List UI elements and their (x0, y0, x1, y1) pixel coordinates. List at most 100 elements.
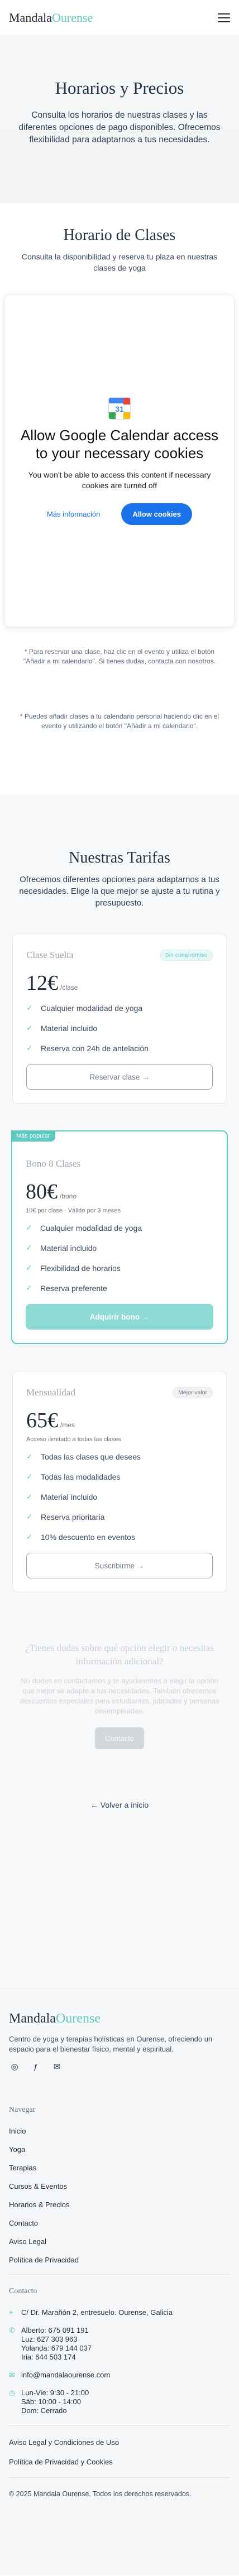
check-icon: ✓ (26, 1003, 33, 1012)
more-info-link[interactable]: Más información (47, 510, 100, 518)
check-icon: ✓ (26, 1243, 32, 1252)
social-links: ◎ ƒ ✉ (9, 2061, 230, 2072)
calendar-note: * Puedes añadir clases a tu calendario p… (20, 712, 219, 730)
divider (9, 2274, 230, 2275)
footer-link-contacto[interactable]: Contacto (9, 2219, 230, 2227)
schedule-subtitle: Consulta la disponibilidad y reserva tu … (21, 252, 218, 272)
feature-item: ✓ Cualquier modalidad de yoga (26, 1223, 142, 1232)
check-icon: ✓ (26, 1472, 33, 1481)
help-block: ¿Tienes dudas sobre qué opción elegir o … (0, 1619, 239, 1749)
logo-accent: Ourense (51, 10, 93, 25)
legal-link-terms[interactable]: Aviso Legal y Condiciones de Uso (9, 2438, 230, 2447)
calendar-cookie-consent: 31 Allow Google Calendar access to your … (4, 295, 235, 627)
footer-link-inicio[interactable]: Inicio (9, 2127, 230, 2135)
check-icon: ✓ (26, 1452, 33, 1461)
plan-name: Clase Suelta (26, 950, 74, 960)
address-item: ⌖ C/ Dr. Marañón 2, entresuelo. Ourense,… (9, 2308, 173, 2317)
check-icon: ✓ (26, 1492, 33, 1501)
allow-cookies-button[interactable]: Allow cookies (121, 503, 193, 525)
plan-features: ✓ Todas las clases que desees ✓ Todas las … (26, 1452, 213, 1542)
buy-bono-button[interactable]: Adquirir bono → (26, 1304, 213, 1330)
feature-item: ✓ Material incluido (26, 1492, 98, 1501)
feature-item: ✓ Reserva con 24h de antelación (26, 1043, 149, 1053)
email-icon[interactable]: ✉ (51, 2061, 63, 2072)
plan-badge: Sin compromiso (159, 950, 213, 961)
schedule-title: Horario de Clases (63, 227, 176, 244)
plan-price: 12€ (26, 971, 58, 995)
plan-unit: /clase (60, 984, 78, 991)
instagram-icon[interactable]: ◎ (9, 2061, 20, 2072)
feature-item: ✓ Reserva prioritaria (26, 1512, 105, 1521)
site-logo[interactable]: MandalaOurense (9, 11, 93, 25)
contact-button[interactable]: Contacto (94, 1727, 145, 1749)
check-icon: ✓ (26, 1223, 32, 1232)
footer-contact-title: Contacto (9, 2287, 37, 2295)
check-icon: ✓ (26, 1512, 33, 1521)
plan-note: 10€ por clase · Válido por 3 meses (26, 1207, 121, 1214)
footer-link-cursos[interactable]: Cursos & Eventos (9, 2182, 230, 2190)
footer-logo[interactable]: MandalaOurense (9, 2011, 230, 2026)
email-item: ✉ info@mandalaourense.com (9, 2371, 111, 2379)
google-calendar-icon: 31 (108, 397, 131, 420)
cookie-description: You won't be able to access this content… (28, 470, 211, 490)
top-navbar: MandalaOurense (0, 0, 239, 36)
check-icon: ✓ (26, 1283, 32, 1292)
page-title: Horarios y Precios (55, 78, 184, 98)
plan-features: ✓ Cualquier modalidad de yoga ✓ Material i… (26, 1003, 213, 1053)
hours-item: ◷ Lun-Vie: 9:30 - 21:00 Sáb: 10:00 - 14:… (9, 2389, 89, 2415)
reserve-class-button[interactable]: Reservar clase → (26, 1064, 213, 1090)
footer-nav: Inicio Yoga Terapias Cursos & Eventos Ho… (9, 2127, 230, 2264)
site-footer: MandalaOurense Centro de yoga y terapias… (0, 1988, 239, 2575)
clock-icon: ◷ (9, 2389, 16, 2397)
plan-unit: /bono (60, 1192, 77, 1200)
prices-section: Nuestras Tarifas Ofrecemos diferentes op… (0, 795, 239, 1988)
plan-price: 80€ (26, 1180, 58, 1203)
popular-ribbon: Más popular (11, 1130, 55, 1142)
footer-link-privacidad[interactable]: Política de Privacidad (9, 2256, 230, 2264)
plan-unit: /mes (60, 1421, 75, 1429)
pricing-card-bono: Más popular Bono 8 Clases 80€ /bono 10€ … (11, 1130, 228, 1344)
feature-item: ✓ Reserva preferente (26, 1283, 107, 1293)
email-icon: ✉ (9, 2371, 15, 2379)
schedule-section: Horario de Clases Consulta la disponibil… (0, 203, 239, 795)
legal-links: Aviso Legal y Condiciones de Uso Polític… (9, 2438, 230, 2466)
hero-subtitle: Consulta los horarios de nuestras clases… (18, 110, 221, 145)
phone-icon: ✆ (9, 2326, 15, 2334)
copyright: © 2025 Mandala Ourense. Todos los derech… (9, 2490, 192, 2498)
footer-link-aviso-legal[interactable]: Aviso Legal (9, 2237, 230, 2246)
phone-item: ✆ Alberto: 675 091 191 Luz: 627 303 963 … (9, 2326, 92, 2361)
check-icon: ✓ (26, 1532, 33, 1541)
plan-name: Mensualidad (26, 1387, 75, 1398)
divider (9, 2425, 230, 2426)
facebook-icon[interactable]: ƒ (30, 2061, 41, 2072)
subscribe-button[interactable]: Suscribirme → (26, 1553, 213, 1578)
feature-item: ✓ Todas las clases que desees (26, 1452, 141, 1461)
pricing-cards: Clase Suelta Sin compromiso 12€ /clase ✓… (0, 933, 239, 1592)
plan-price: 65€ (26, 1409, 58, 1432)
pricing-card-monthly: Mensualidad Mejor valor 65€ /mes Acceso … (12, 1371, 227, 1592)
cookie-heading: Allow Google Calendar access to your nec… (20, 426, 219, 461)
check-icon: ✓ (26, 1043, 33, 1052)
footer-link-terapias[interactable]: Terapias (9, 2164, 230, 2172)
divider (9, 2477, 230, 2478)
feature-item: ✓ 10% descuento en eventos (26, 1532, 135, 1542)
check-icon: ✓ (26, 1023, 33, 1032)
feature-item: ✓ Flexibilidad de horarios (26, 1263, 121, 1273)
booking-note: * Para reservar una clase, haz clic en e… (23, 648, 216, 665)
location-pin-icon: ⌖ (9, 2308, 13, 2317)
legal-link-privacy[interactable]: Política de Privacidad y Cookies (9, 2458, 230, 2466)
feature-item: ✓ Todas las modalidades (26, 1472, 121, 1481)
footer-link-horarios[interactable]: Horarios & Precios (9, 2201, 230, 2209)
back-home-link[interactable]: ← Volver a inicio (0, 1800, 239, 1809)
calendar-icon-number: 31 (115, 404, 124, 413)
footer-link-yoga[interactable]: Yoga (9, 2145, 230, 2154)
hamburger-menu-icon[interactable] (218, 13, 230, 22)
help-text: No dudes en contactarnos y te ayudaremos… (20, 1677, 219, 1715)
plan-note: Acceso ilimitado a todas las clases (26, 1436, 121, 1443)
help-title: ¿Tienes dudas sobre qué opción elegir o … (25, 1643, 214, 1667)
feature-item: ✓ Cualquier modalidad de yoga (26, 1003, 143, 1013)
footer-nav-title: Navegar (9, 2106, 36, 2114)
logo-main: Mandala (9, 10, 52, 25)
page: MandalaOurense Horarios y Precios Consul… (0, 0, 239, 2576)
plan-features: ✓ Cualquier modalidad de yoga ✓ Material i… (26, 1223, 213, 1293)
